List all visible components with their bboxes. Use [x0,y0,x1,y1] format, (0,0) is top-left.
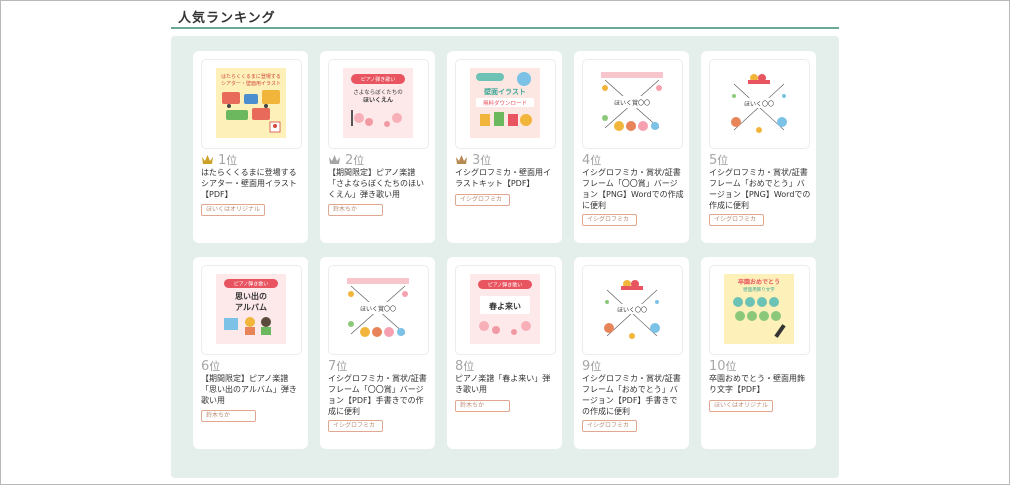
rank-label: 8位 [455,358,475,374]
rank-label: 3位 [455,152,492,168]
thumb-caption: ほいく賞〇〇 [360,305,396,313]
thumbnail-image: ピアノ弾き歌い 春よ来い [470,274,540,344]
rank-label: 10位 [709,358,737,374]
thumbnail-frame[interactable]: ほいく〇〇 [582,265,683,355]
author-tag[interactable]: 鈴木ちか [201,410,256,422]
ranking-panel: はたらくくるまに登場する シアター・壁面用イラスト 1位 はたらくくるまに登場す… [171,36,839,478]
author-tag[interactable]: イシグロフミカ [709,214,764,226]
thumbnail-image: 卒園おめでとう 壁面用飾り文字 [724,274,794,344]
author-tag[interactable]: ほいくはオリジナル [201,204,266,216]
thumb-caption: 卒園おめでとう [738,278,780,286]
thumb-caption: さよならぼくたちの [353,89,403,96]
rank-suffix: 位 [226,154,238,167]
author-tag[interactable]: イシグロフミカ [582,420,637,432]
thumb-caption: ピアノ弾き歌い [361,76,396,83]
thumbnail-image: ピアノ弾き歌い 思い出の アルバム [216,274,286,344]
ranking-card[interactable]: 壁面イラスト 無料ダウンロード 3位 イシグロフミカ・壁面用イラストキット【PD… [447,51,562,243]
rank-label: 4位 [582,152,602,168]
thumbnail-image: 壁面イラスト 無料ダウンロード [470,68,540,138]
section-title: 人気ランキング [178,11,276,26]
thumbnail-frame[interactable]: ほいく賞〇〇 [328,265,429,355]
item-title[interactable]: ピアノ楽譜「春よ来い」弾き歌い用 [455,373,557,395]
thumbnail-frame[interactable]: ピアノ弾き歌い 春よ来い [455,265,556,355]
item-title[interactable]: 卒園おめでとう・壁面用飾り文字【PDF】 [709,373,811,395]
author-tag[interactable]: 鈴木ちか [328,204,383,216]
thumb-caption: 壁面用飾り文字 [743,286,775,293]
thumb-caption: シアター・壁面用イラスト [221,80,281,87]
thumbnail-image: ほいく〇〇 [724,68,794,138]
thumb-caption: アルバム [235,303,267,312]
author-tag[interactable]: 鈴木ちか [455,400,510,412]
thumbnail-frame[interactable]: ピアノ弾き歌い さよならぼくたちの ほいくえん [328,59,429,149]
thumb-caption: ピアノ弾き歌い [488,282,523,289]
thumbnail-image: はたらくくるまに登場する シアター・壁面用イラスト [216,68,286,138]
item-title[interactable]: 【期間限定】ピアノ楽譜「さよならぼくたちのほいくえん」弾き歌い用 [328,167,430,200]
rank-label: 6位 [201,358,221,374]
rank-suffix: 位 [480,154,492,167]
thumb-caption: ほいくえん [363,97,393,104]
thumbnail-frame[interactable]: 卒園おめでとう 壁面用飾り文字 [709,265,810,355]
rank-suffix: 位 [725,360,737,373]
rank-suffix: 位 [590,360,602,373]
rank-suffix: 位 [590,154,602,167]
ranking-card[interactable]: ほいく〇〇 5位 イシグロフミカ・賞状/証書フレーム「おめでとう」バージョン【P… [701,51,816,243]
rank-label: 5位 [709,152,729,168]
item-title[interactable]: イシグロフミカ・壁面用イラストキット【PDF】 [455,167,557,189]
ranking-card[interactable]: ほいく賞〇〇 7位 イシグロフミカ・賞状/証書フレーム「〇〇賞」バージョン【PD… [320,257,435,449]
thumbnail-frame[interactable]: 壁面イラスト 無料ダウンロード [455,59,556,149]
thumbnail-frame[interactable]: ピアノ弾き歌い 思い出の アルバム [201,265,302,355]
thumb-caption: ピアノ弾き歌い [234,281,269,288]
thumb-caption: 春よ来い [489,301,521,311]
thumbnail-image: ほいく賞〇〇 [597,68,667,138]
item-title[interactable]: はたらくくるまに登場するシアター・壁面用イラスト【PDF】 [201,167,303,200]
rank-label: 9位 [582,358,602,374]
gold-crown-icon [202,155,213,164]
thumb-caption: 無料ダウンロード [483,99,527,107]
author-tag[interactable]: イシグロフミカ [328,420,383,432]
item-title[interactable]: イシグロフミカ・賞状/証書フレーム「〇〇賞」バージョン【PNG】Wordでの作成… [582,167,684,211]
thumb-caption: ほいく賞〇〇 [614,99,650,107]
thumbnail-image: ほいく賞〇〇 [343,274,413,344]
thumb-caption: はたらくくるまに登場する [221,73,281,80]
bronze-crown-icon [456,155,467,164]
thumbnail-frame[interactable]: ほいく〇〇 [709,59,810,149]
item-title[interactable]: イシグロフミカ・賞状/証書フレーム「〇〇賞」バージョン【PDF】手書きでの作成に… [328,373,430,417]
ranking-card[interactable]: 卒園おめでとう 壁面用飾り文字 10位 卒園おめでとう・壁面用飾り文字【PDF】… [701,257,816,449]
rank-label: 2位 [328,152,365,168]
section-heading: 人気ランキング [171,0,839,29]
thumbnail-frame[interactable]: ほいく賞〇〇 [582,59,683,149]
silver-crown-icon [329,155,340,164]
ranking-card[interactable]: ほいく〇〇 9位 イシグロフミカ・賞状/証書フレーム「おめでとう」バージョン【P… [574,257,689,449]
rank-label: 1位 [201,152,238,168]
item-title[interactable]: イシグロフミカ・賞状/証書フレーム「おめでとう」バージョン【PNG】Wordでの… [709,167,811,211]
thumb-caption: 壁面イラスト [484,87,526,96]
ranking-card[interactable]: ピアノ弾き歌い 思い出の アルバム 6位 【期間限定】ピアノ楽譜「思い出のアルバ… [193,257,308,449]
ranking-card[interactable]: はたらくくるまに登場する シアター・壁面用イラスト 1位 はたらくくるまに登場す… [193,51,308,243]
ranking-card[interactable]: ほいく賞〇〇 4位 イシグロフミカ・賞状/証書フレーム「〇〇賞」バージョン【PN… [574,51,689,243]
item-title[interactable]: 【期間限定】ピアノ楽譜「思い出のアルバム」弾き歌い用 [201,373,303,406]
author-tag[interactable]: イシグロフミカ [582,214,637,226]
author-tag[interactable]: ほいくはオリジナル [709,400,774,412]
rank-suffix: 位 [353,154,365,167]
rank-suffix: 位 [336,360,348,373]
ranking-card[interactable]: ピアノ弾き歌い さよならぼくたちの ほいくえん 2位 【期間限定】ピアノ楽譜「さ… [320,51,435,243]
rank-suffix: 位 [463,360,475,373]
thumbnail-image: ピアノ弾き歌い さよならぼくたちの ほいくえん [343,68,413,138]
author-tag[interactable]: イシグロフミカ [455,194,510,206]
thumb-caption: ほいく〇〇 [744,101,774,108]
thumbnail-image: ほいく〇〇 [597,274,667,344]
rank-label: 7位 [328,358,348,374]
rank-suffix: 位 [209,360,221,373]
item-title[interactable]: イシグロフミカ・賞状/証書フレーム「おめでとう」バージョン【PDF】手書きでの作… [582,373,684,417]
ranking-card[interactable]: ピアノ弾き歌い 春よ来い 8位 ピアノ楽譜「春よ来い」弾き歌い用 鈴木ちか [447,257,562,449]
thumb-caption: ほいく〇〇 [617,307,647,314]
thumb-caption: 思い出の [235,291,267,301]
rank-suffix: 位 [717,154,729,167]
rank-number: 10 [709,359,726,374]
thumbnail-frame[interactable]: はたらくくるまに登場する シアター・壁面用イラスト [201,59,302,149]
